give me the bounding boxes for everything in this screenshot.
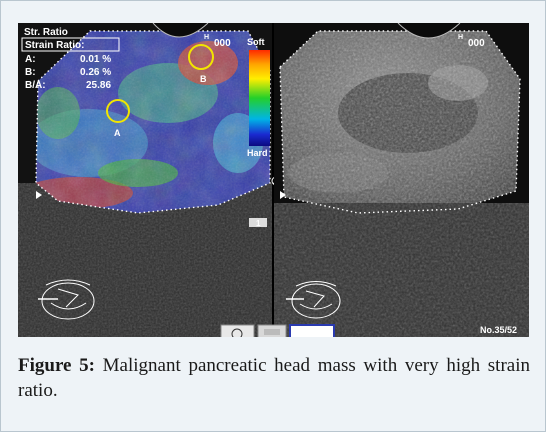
bottom-toolbar: [220, 324, 335, 337]
row-ratio-label: B/A:: [25, 80, 46, 91]
depth-marker: 1: [256, 219, 261, 228]
caption-text: Malignant pancreatic head mass with very…: [18, 355, 530, 401]
roi-label-b: B: [200, 74, 207, 84]
scale-soft-label: Soft: [247, 37, 265, 47]
row-b-value: 0.26 %: [80, 67, 111, 78]
left-frame-code: 000: [214, 38, 231, 49]
figure-caption: Figure 5: Malignant pancreatic head mass…: [18, 353, 530, 403]
svg-text:H: H: [204, 34, 209, 41]
row-a-value: 0.01 %: [80, 54, 111, 65]
overlay-subtitle: Strain Ratio:: [25, 40, 84, 51]
frame-counter: No.35/52: [480, 325, 517, 335]
row-a-label: A:: [25, 54, 36, 65]
ultrasound-figure: Str. Ratio Strain Ratio: A: 0.01 % B: 0.…: [18, 23, 529, 337]
right-frame-code: 000: [468, 38, 485, 49]
strain-color-scale: [249, 50, 270, 146]
overlay-title: Str. Ratio: [24, 27, 68, 38]
figure-frame: Str. Ratio Strain Ratio: A: 0.01 % B: 0.…: [0, 0, 546, 432]
row-ratio-value: 25.86: [86, 80, 111, 91]
roi-label-a: A: [114, 128, 121, 138]
scale-hard-label: Hard: [247, 148, 268, 158]
row-b-label: B:: [25, 67, 36, 78]
caption-label: Figure 5:: [18, 355, 95, 376]
svg-text:H: H: [458, 34, 463, 41]
